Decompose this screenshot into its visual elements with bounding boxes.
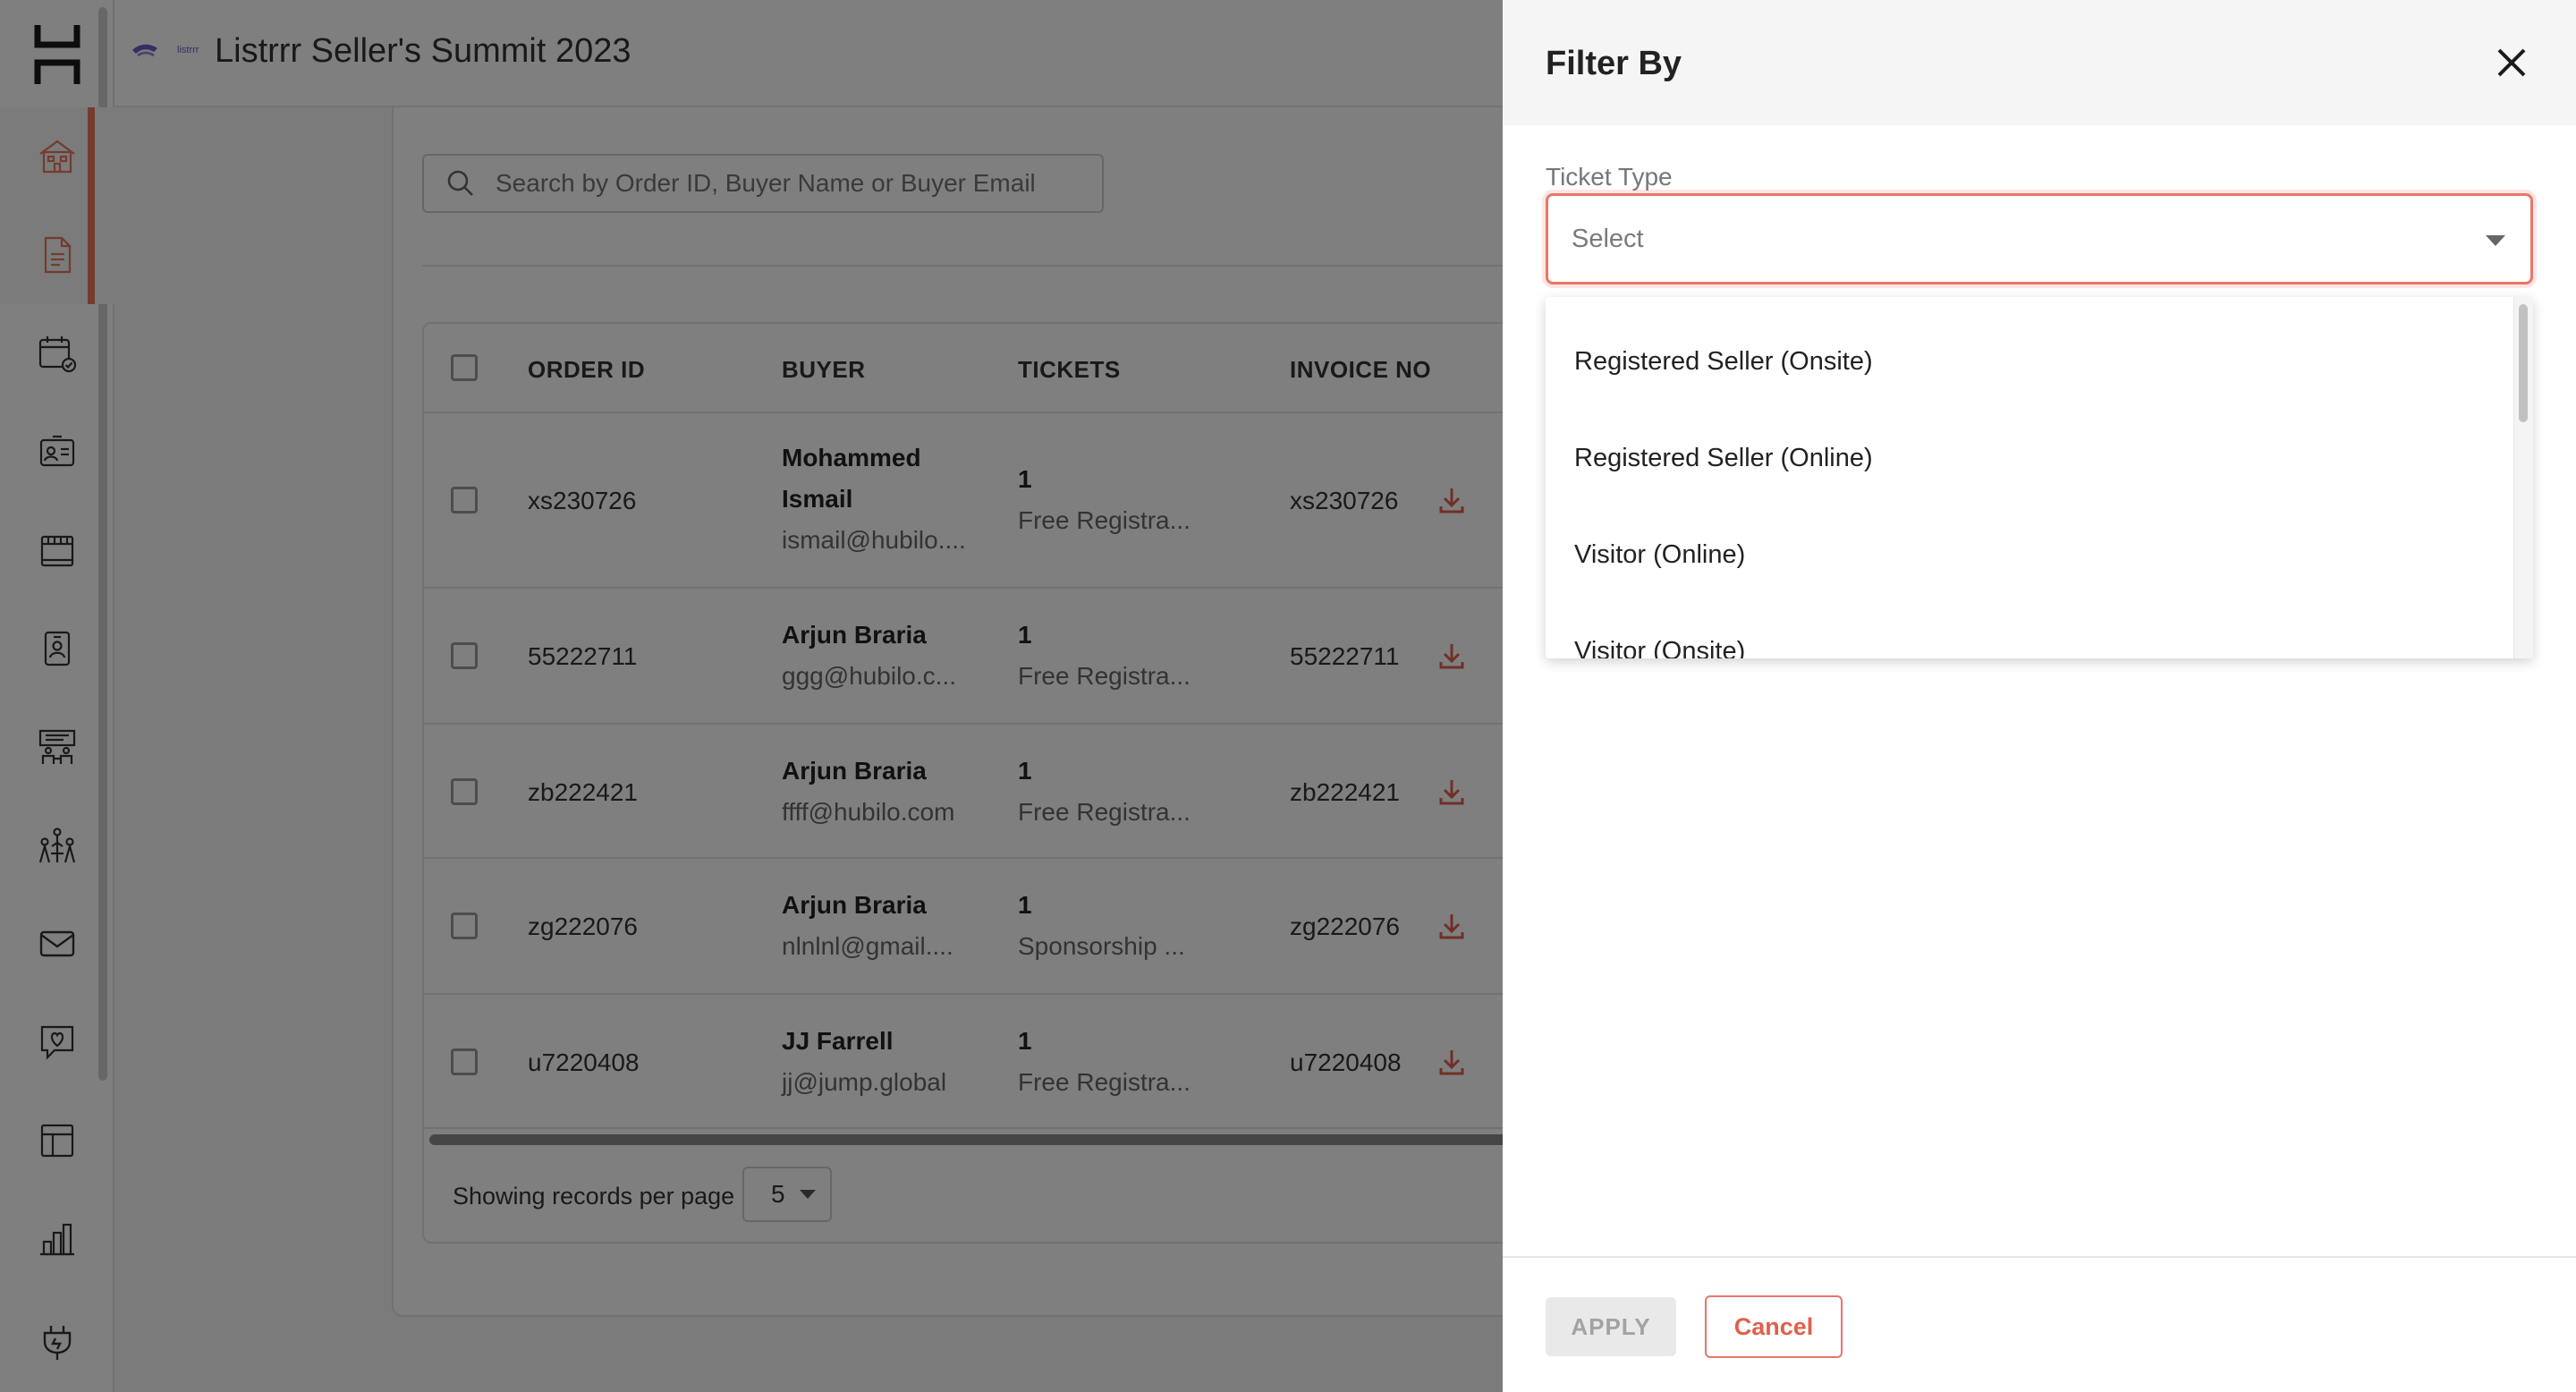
- ticket-type-select[interactable]: Select: [1546, 193, 2533, 284]
- drawer-footer: APPLY Cancel: [1503, 1256, 2576, 1392]
- modal-backdrop[interactable]: [0, 0, 1503, 1392]
- drawer-header: Filter By: [1503, 0, 2576, 125]
- apply-button[interactable]: APPLY: [1546, 1297, 1676, 1356]
- ticket-type-label: Ticket Type: [1546, 163, 1673, 191]
- drawer-title: Filter By: [1546, 45, 1682, 82]
- cancel-button[interactable]: Cancel: [1705, 1295, 1843, 1358]
- ticket-type-dropdown: Registered Seller (Onsite) Registered Se…: [1546, 297, 2533, 658]
- dropdown-scrollbar[interactable]: [2513, 297, 2533, 658]
- dropdown-scrollbar-thumb[interactable]: [2519, 304, 2528, 422]
- dropdown-option[interactable]: Visitor (Online): [1574, 540, 1745, 570]
- dropdown-option[interactable]: Registered Seller (Online): [1574, 444, 1873, 473]
- close-icon[interactable]: [2492, 43, 2531, 82]
- dropdown-option[interactable]: Registered Seller (Onsite): [1574, 347, 1873, 377]
- chevron-down-icon: [2486, 235, 2505, 246]
- filter-drawer: Filter By Ticket Type Select Registered …: [1503, 0, 2576, 1392]
- dropdown-option[interactable]: Visitor (Onsite): [1574, 637, 1745, 658]
- select-placeholder: Select: [1572, 224, 1644, 253]
